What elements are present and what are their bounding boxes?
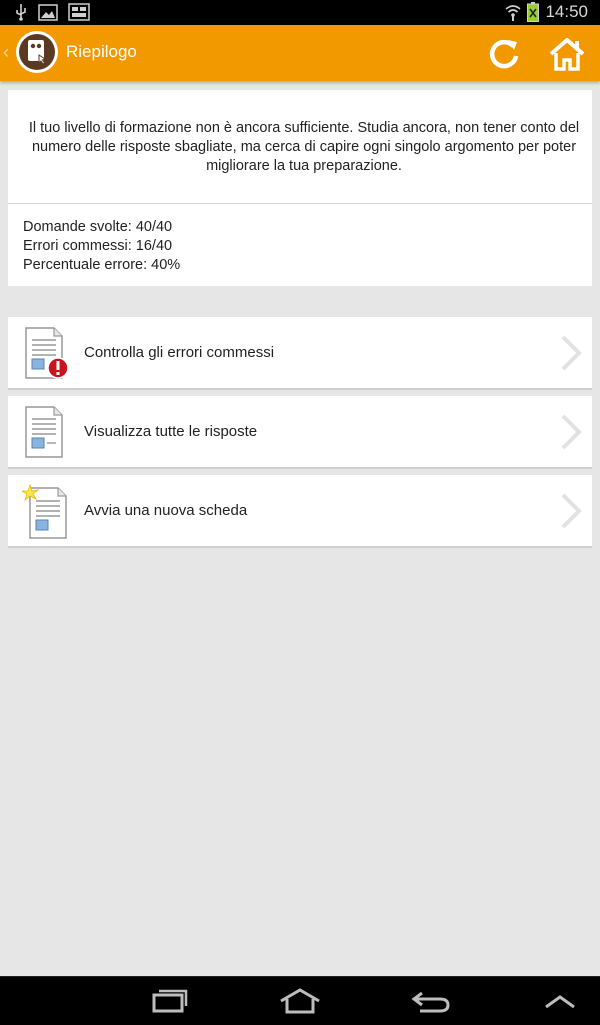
status-bar: 14:50 [0,0,600,25]
stats-card: Domande svolte: 40/40 Errori commessi: 1… [8,204,592,286]
system-status: 14:50 [505,2,588,22]
clock: 14:50 [545,2,588,22]
refresh-button[interactable] [484,34,524,74]
summary-card: Il tuo livello di formazione non è ancor… [8,90,592,204]
app-icon [25,39,49,65]
action-bar: ‹ Riepilogo [0,25,600,81]
chevron-right-icon [560,493,582,529]
document-icon [22,405,74,461]
list-item-label: Controlla gli errori commessi [84,344,274,361]
document-new-icon [22,484,74,540]
list-item-check-errors[interactable]: Controlla gli errori commessi [8,317,592,390]
list-item-label: Visualizza tutte le risposte [84,423,257,440]
app-logo[interactable] [16,31,58,73]
home-icon[interactable] [278,987,322,1015]
home-button[interactable] [547,34,587,74]
recent-apps-icon[interactable] [150,987,190,1015]
list-item-new-sheet[interactable]: Avvia una nuova scheda [8,475,592,548]
navigation-bar [0,976,600,1025]
errors-stat: Errori commessi: 16/40 [23,238,172,254]
usb-icon [14,3,28,21]
chevron-right-icon [560,335,582,371]
list-item-label: Avvia una nuova scheda [84,502,247,519]
chevron-right-icon [560,414,582,450]
expand-icon[interactable] [542,991,578,1011]
app-logo-inner [19,34,55,70]
list-item-view-answers[interactable]: Visualizza tutte le risposte [8,396,592,469]
page-title: Riepilogo [66,42,137,62]
back-icon[interactable] [410,987,452,1015]
up-chevron-icon[interactable]: ‹ [3,42,9,63]
document-error-icon [22,326,74,382]
battery-icon [527,2,539,22]
error-rate-stat: Percentuale errore: 40% [23,257,180,273]
summary-message: Il tuo livello di formazione non è ancor… [26,119,582,176]
gallery-icon [68,3,90,21]
image-icon [38,4,58,21]
wifi-icon [505,3,521,21]
home-icon [548,36,586,72]
refresh-icon [486,36,522,72]
questions-stat: Domande svolte: 40/40 [23,219,172,235]
notification-icons [14,3,90,21]
